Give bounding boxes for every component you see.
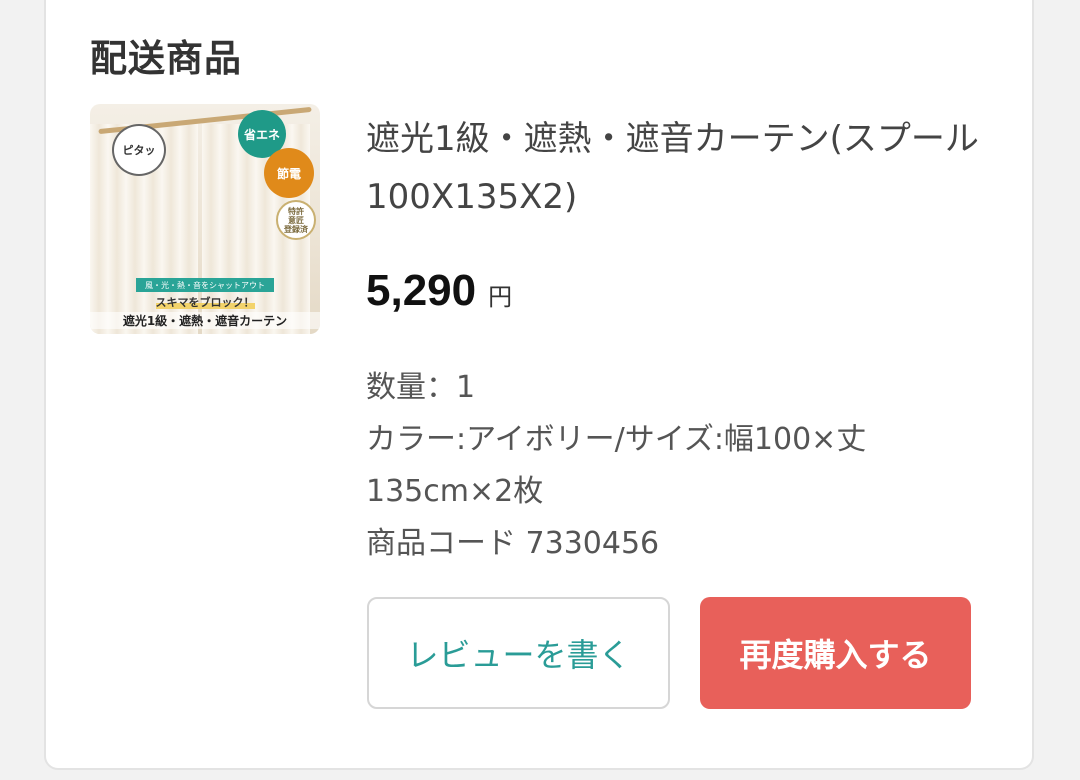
power-saving-badge: 節電 (264, 148, 314, 198)
price-amount: 5,290 (366, 266, 477, 315)
catch-copy-text: スキマをブロック！ (155, 296, 255, 309)
feature-banner: 風・光・熱・音をシャットアウト (136, 278, 274, 292)
product-name[interactable]: 遮光1級・遮熱・遮音カーテン(スプール100X135X2) (366, 110, 986, 226)
catch-copy: スキマをブロック！ (90, 294, 320, 310)
price-unit: 円 (488, 283, 513, 311)
patent-seal-badge: 特許 意匠 登録済 (276, 200, 316, 240)
thumbnail-product-title: 遮光1級・遮熱・遮音カーテン (90, 312, 320, 329)
quantity-text: 数量：1 (366, 370, 476, 405)
product-details: 数量：1 カラー:アイボリー/サイズ:幅100×丈 135cm×2枚 商品コード… (366, 362, 986, 570)
seal-line-1: 特許 (288, 206, 304, 216)
variant-text-line1: カラー:アイボリー/サイズ:幅100×丈 (366, 422, 867, 457)
product-code-text: 商品コード 7330456 (366, 526, 660, 561)
buy-again-button[interactable]: 再度購入する (700, 597, 971, 709)
variant-text-line2: 135cm×2枚 (366, 474, 544, 509)
write-review-button[interactable]: レビューを書く (367, 597, 670, 709)
seal-line-3: 登録済 (284, 224, 308, 234)
speech-bubble-label: ピタッ (112, 124, 166, 176)
section-title: 配送商品 (90, 37, 242, 80)
seal-line-2: 意匠 (288, 215, 304, 225)
product-thumbnail[interactable]: ピタッ 省エネ 節電 特許 意匠 登録済 風・光・熱・音をシャットアウト スキマ… (90, 104, 320, 334)
product-price: 5,290 円 (366, 266, 512, 316)
